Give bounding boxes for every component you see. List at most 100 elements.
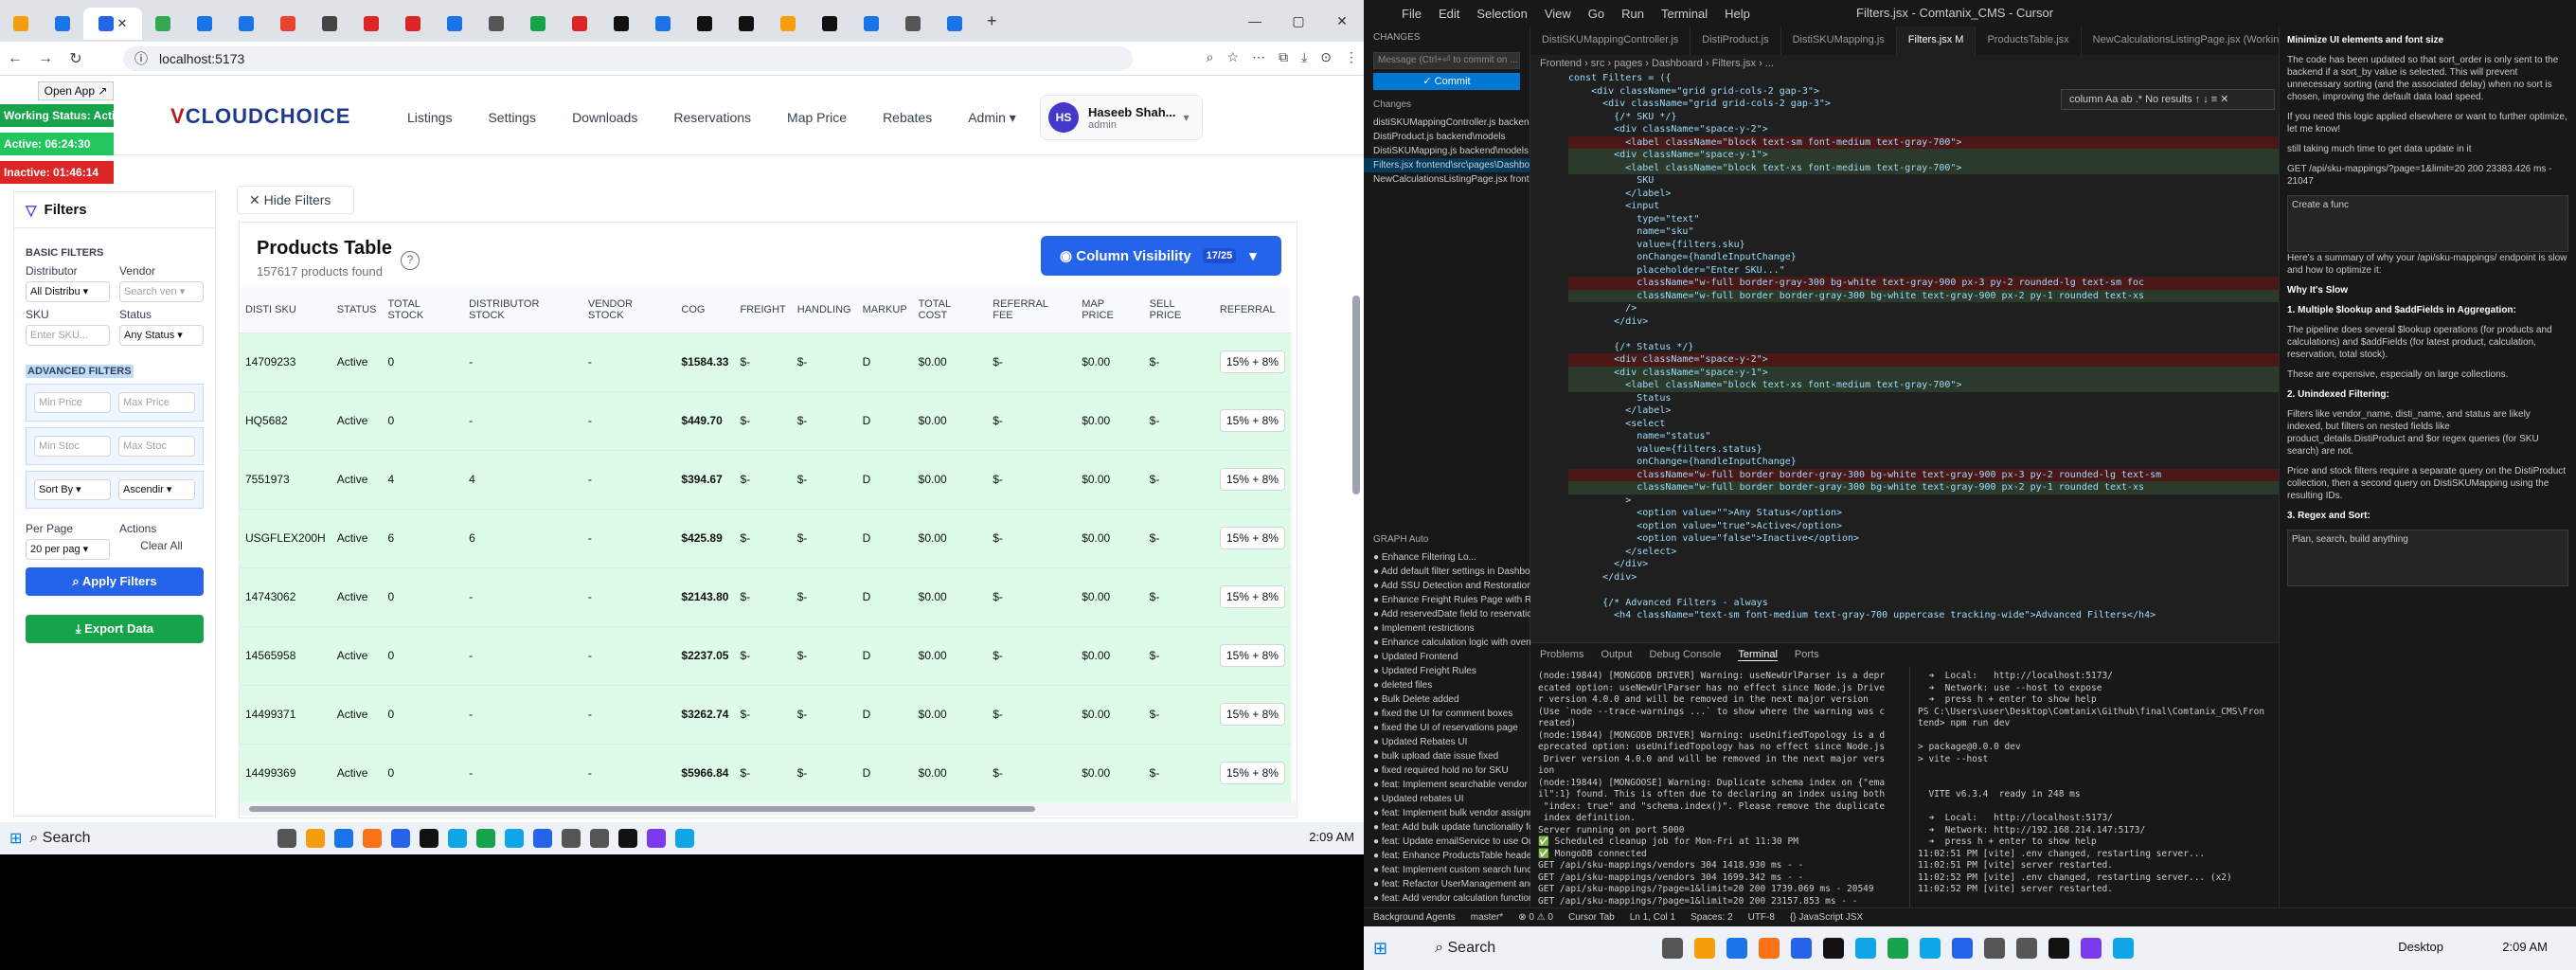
browser-tab[interactable]: [642, 8, 684, 40]
nav-listings[interactable]: Listings: [407, 110, 452, 126]
table-row[interactable]: 7551973 Active 4 4- $394.67 $- $- D $0.00 $- $0.00…: [240, 450, 1291, 510]
vertical-scrollbar[interactable]: [1352, 296, 1360, 494]
commit-entry[interactable]: ● fixed required hold no for SKU: [1364, 763, 1530, 778]
browser-tab[interactable]: [392, 8, 434, 40]
horizontal-scrollbar[interactable]: [240, 802, 1298, 816]
terminal-panel[interactable]: Problems Output Debug Console Terminal Ports…: [1530, 642, 2279, 911]
commit-entry[interactable]: ● Add reservedDate field to reservations…: [1364, 607, 1530, 621]
taskbar-search[interactable]: ⌕ Search: [1435, 940, 1624, 957]
start-button[interactable]: ⊞: [9, 829, 22, 848]
taskbar-app-icon[interactable]: [1759, 938, 1780, 959]
browser-tab[interactable]: [809, 8, 850, 40]
menu-item[interactable]: File: [1402, 7, 1422, 21]
taskbar-app-icon[interactable]: [1726, 938, 1748, 959]
status-item[interactable]: ⊗ 0 ⚠ 0: [1518, 912, 1553, 923]
menu-item[interactable]: Go: [1588, 7, 1604, 21]
taskbar-app-icon[interactable]: [647, 829, 667, 848]
column-header[interactable]: HANDLING: [791, 287, 857, 333]
sku-input[interactable]: Enter SKU...: [26, 325, 110, 346]
browser-tab[interactable]: [142, 8, 184, 40]
panel-tab[interactable]: Debug Console: [1650, 649, 1722, 661]
editor-tab[interactable]: DistiSKUMappingController.js: [1530, 27, 1691, 55]
forward-button[interactable]: →: [30, 50, 61, 67]
cloudchoice-logo[interactable]: VCLOUDCHOICE: [170, 104, 350, 129]
commit-entry[interactable]: ● feat: Implement bulk vendor assignmen.…: [1364, 806, 1530, 820]
editor-tab[interactable]: ProductsTable.jsx: [1976, 27, 2082, 55]
browser-tab[interactable]: [850, 8, 892, 40]
commit-entry[interactable]: ● Updated Frontend: [1364, 650, 1530, 664]
column-header[interactable]: TOTAL COST: [912, 287, 988, 333]
browser-tab[interactable]: [934, 8, 975, 40]
nav-settings[interactable]: Settings: [488, 110, 536, 126]
desktop-label[interactable]: Desktop: [2398, 940, 2443, 954]
taskbar-app-icon[interactable]: [1984, 938, 2006, 959]
commit-message-input[interactable]: Message (Ctrl+⏎ to commit on ...: [1373, 52, 1520, 69]
extension-icon[interactable]: ⋯: [1252, 49, 1265, 65]
nav-map-price[interactable]: Map Price: [787, 110, 847, 126]
browser-tab[interactable]: [892, 8, 934, 40]
taskbar-app-icon[interactable]: [1791, 938, 1813, 959]
clear-all-button[interactable]: Clear All: [119, 539, 204, 552]
back-button[interactable]: ←: [0, 50, 30, 67]
commit-entry[interactable]: ● feat: Add bulk update functionality fo…: [1364, 820, 1530, 835]
column-header[interactable]: FREIGHT: [734, 287, 792, 333]
browser-tab[interactable]: [517, 8, 559, 40]
taskbar-app-icon[interactable]: [590, 829, 610, 848]
referral-input[interactable]: 15% + 8%: [1219, 350, 1285, 373]
taskbar-app-icon[interactable]: [363, 829, 383, 848]
column-header[interactable]: MARKUP: [856, 287, 913, 333]
min-price-input[interactable]: Min Price: [34, 392, 111, 413]
commit-entry[interactable]: ● Enhance Filtering Lo...: [1364, 550, 1530, 565]
column-header[interactable]: COG: [675, 287, 735, 333]
code-editor[interactable]: DistiSKUMappingController.js DistiProduct…: [1530, 27, 2325, 642]
taskbar-app-icon[interactable]: [334, 829, 354, 848]
changed-file[interactable]: DistiProduct.js backend\models: [1364, 130, 1530, 144]
status-item[interactable]: Background Agents: [1373, 912, 1456, 923]
browser-menu-icon[interactable]: ⋮: [1345, 49, 1358, 65]
browser-tab[interactable]: [225, 8, 267, 40]
commit-entry[interactable]: ● Updated Freight Rules: [1364, 664, 1530, 678]
commit-entry[interactable]: ● bulk upload date issue fixed: [1364, 749, 1530, 763]
table-row[interactable]: 14743062 Active 0- - $2143.80 $- $- D $0.00 $- $0.…: [240, 567, 1291, 627]
column-header[interactable]: TOTAL STOCK: [382, 287, 464, 333]
apply-filters-button[interactable]: ⌕ Apply Filters: [26, 567, 204, 596]
browser-tab[interactable]: [350, 8, 392, 40]
reload-button[interactable]: ↻: [61, 49, 91, 68]
referral-input[interactable]: 15% + 8%: [1219, 468, 1285, 491]
referral-input[interactable]: 15% + 8%: [1219, 762, 1285, 784]
commit-entry[interactable]: ● Implement restrictions: [1364, 621, 1530, 636]
export-data-button[interactable]: ⤓ Export Data: [26, 615, 204, 643]
taskbar-app-icon[interactable]: [1855, 938, 1877, 959]
table-row[interactable]: 14709233 Active 0- - $1584.33 $- $- D $0.00 $- $0.…: [240, 332, 1291, 392]
browser-tab[interactable]: [0, 8, 42, 40]
distributor-select[interactable]: All Distribu ▾: [26, 281, 110, 302]
commit-entry[interactable]: ● Enhance Freight Rules Page with Rule T…: [1364, 593, 1530, 607]
commit-entry[interactable]: ● Updated Rebates UI: [1364, 735, 1530, 749]
taskbar-app-icon[interactable]: [420, 829, 439, 848]
sort-by-select[interactable]: Sort By ▾: [34, 479, 111, 500]
commit-entry[interactable]: ● fixed the UI for comment boxes: [1364, 707, 1530, 721]
referral-input[interactable]: 15% + 8%: [1219, 644, 1285, 667]
taskbar-app-icon[interactable]: [675, 829, 695, 848]
help-icon[interactable]: ?: [401, 251, 420, 270]
commit-entry[interactable]: ● Add SSU Detection and Restoration Feat…: [1364, 579, 1530, 593]
vendor-search-input[interactable]: Search ven ▾: [119, 281, 204, 302]
hide-filters-button[interactable]: ✕ Hide Filters: [237, 186, 354, 214]
browser-tab[interactable]: [684, 8, 725, 40]
taskbar-app-icon[interactable]: [1920, 938, 1941, 959]
new-tab-button[interactable]: +: [987, 11, 997, 31]
nav-downloads[interactable]: Downloads: [572, 110, 637, 126]
taskbar-app-icon[interactable]: [476, 829, 496, 848]
zoom-icon[interactable]: ⌕: [1207, 49, 1214, 65]
close-tab-icon[interactable]: ✕: [117, 16, 128, 31]
status-item[interactable]: Ln 1, Col 1: [1630, 912, 1675, 923]
commit-entry[interactable]: ● Enhance calculation logic with overrid…: [1364, 636, 1530, 650]
menu-item[interactable]: Edit: [1439, 7, 1459, 21]
table-row[interactable]: 14499371 Active 0- - $3262.74 $- $- D $0.00 $- $0.…: [240, 685, 1291, 745]
panel-tab[interactable]: Problems: [1540, 649, 1583, 661]
commit-entry[interactable]: ● Updated rebates UI: [1364, 792, 1530, 806]
menu-item[interactable]: Help: [1725, 7, 1750, 21]
code-content[interactable]: const Filters = ({ <div className="grid …: [1530, 72, 2279, 622]
panel-tab[interactable]: Terminal: [1738, 649, 1778, 661]
taskbar-app-icon[interactable]: [2081, 938, 2102, 959]
